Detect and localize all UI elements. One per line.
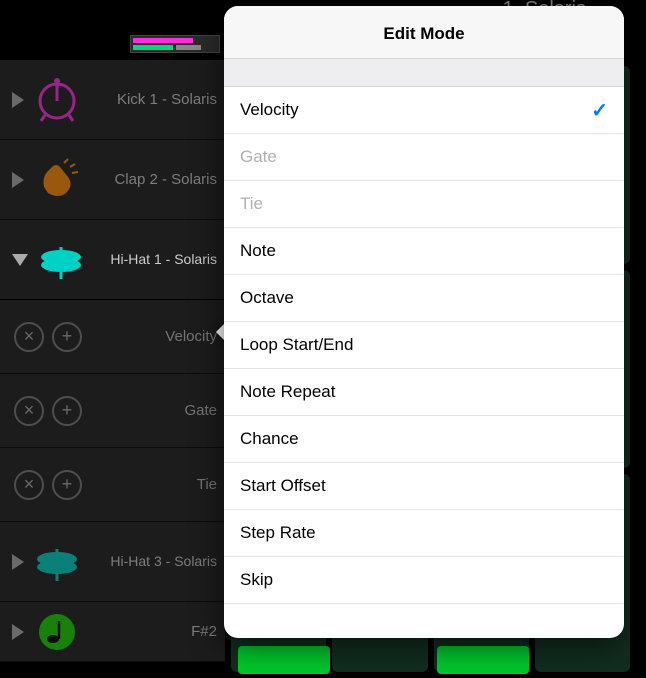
track-row[interactable]: F#2 <box>0 602 225 662</box>
track-label: Kick 1 - Solaris <box>90 91 217 109</box>
note-icon <box>34 609 80 655</box>
disclosure-play-icon[interactable] <box>12 172 24 188</box>
timeline-overview[interactable] <box>130 35 220 53</box>
checkmark-icon: ✓ <box>591 98 608 123</box>
clap-icon <box>34 157 80 203</box>
option-label: Loop Start/End <box>240 335 353 355</box>
step-cells-row <box>238 646 628 674</box>
hihat-icon <box>38 237 84 283</box>
subrow[interactable]: × + Velocity <box>0 300 225 374</box>
option-label: Tie <box>240 194 263 214</box>
track-row[interactable]: Kick 1 - Solaris <box>0 60 225 140</box>
track-label: Hi-Hat 1 - Solaris <box>94 251 217 268</box>
timeline-region <box>133 38 193 43</box>
option-label: Step Rate <box>240 523 316 543</box>
track-label: Hi-Hat 3 - Solaris <box>90 553 217 570</box>
subrow-label: Tie <box>90 476 217 493</box>
track-list: Kick 1 - Solaris Clap 2 - Solaris Hi-Hat… <box>0 60 225 662</box>
option-label: Start Offset <box>240 476 326 496</box>
hihat-icon <box>34 539 80 585</box>
option-label: Chance <box>240 429 299 449</box>
timeline-region <box>133 45 173 50</box>
step-cell[interactable] <box>238 646 330 674</box>
disclosure-play-icon[interactable] <box>12 554 24 570</box>
edit-mode-option-note[interactable]: Note <box>224 228 624 275</box>
option-label: Velocity <box>240 100 299 120</box>
edit-mode-option-note-repeat[interactable]: Note Repeat <box>224 369 624 416</box>
timeline-region <box>176 45 201 50</box>
edit-mode-option-gate[interactable]: Gate <box>224 134 624 181</box>
edit-mode-option-loop[interactable]: Loop Start/End <box>224 322 624 369</box>
subrow[interactable]: × + Tie <box>0 448 225 522</box>
edit-mode-option-tie[interactable]: Tie <box>224 181 624 228</box>
disclosure-expanded-icon[interactable] <box>12 254 28 266</box>
option-label: Gate <box>240 147 277 167</box>
remove-button[interactable]: × <box>14 470 44 500</box>
edit-mode-option-octave[interactable]: Octave <box>224 275 624 322</box>
track-row[interactable]: Hi-Hat 3 - Solaris <box>0 522 225 602</box>
step-cell[interactable] <box>437 646 529 674</box>
subrow-label: Gate <box>90 402 217 419</box>
kick-icon <box>34 77 80 123</box>
edit-mode-option-start-offset[interactable]: Start Offset <box>224 463 624 510</box>
remove-button[interactable]: × <box>14 396 44 426</box>
edit-mode-popover: Edit Mode Velocity ✓ Gate Tie Note Octav… <box>224 6 624 638</box>
popover-section-header <box>224 59 624 87</box>
remove-button[interactable]: × <box>14 322 44 352</box>
subrow[interactable]: × + Gate <box>0 374 225 448</box>
track-label: F#2 <box>90 623 217 641</box>
subrow-label: Velocity <box>90 328 217 345</box>
option-label: Note Repeat <box>240 382 335 402</box>
track-row[interactable]: Clap 2 - Solaris <box>0 140 225 220</box>
edit-mode-option-chance[interactable]: Chance <box>224 416 624 463</box>
edit-mode-option-velocity[interactable]: Velocity ✓ <box>224 87 624 134</box>
add-button[interactable]: + <box>52 322 82 352</box>
track-label: Clap 2 - Solaris <box>90 171 217 189</box>
edit-mode-option-skip[interactable]: Skip <box>224 557 624 604</box>
option-label: Note <box>240 241 276 261</box>
option-label: Octave <box>240 288 294 308</box>
add-button[interactable]: + <box>52 470 82 500</box>
add-button[interactable]: + <box>52 396 82 426</box>
popover-title: Edit Mode <box>224 6 624 59</box>
disclosure-play-icon[interactable] <box>12 92 24 108</box>
popover-list: Velocity ✓ Gate Tie Note Octave Loop Sta… <box>224 87 624 638</box>
option-label: Skip <box>240 570 273 590</box>
edit-mode-option-step-rate[interactable]: Step Rate <box>224 510 624 557</box>
track-row[interactable]: Hi-Hat 1 - Solaris <box>0 220 225 300</box>
disclosure-play-icon[interactable] <box>12 624 24 640</box>
